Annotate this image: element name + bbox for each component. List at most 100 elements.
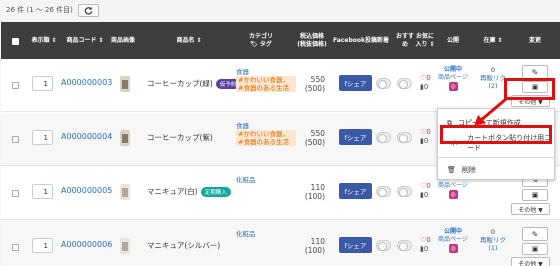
favorite-cell: ♡0 ▮0 (420, 182, 431, 200)
col-display-order[interactable]: 表示順 ⇕ (25, 22, 63, 60)
recommend-toggle[interactable] (397, 240, 412, 251)
new-toggle[interactable] (376, 132, 391, 143)
select-all-checkbox[interactable] (12, 38, 19, 45)
price-excl: (100) (304, 246, 325, 255)
product-name-text: コーヒーカップ(紫) (147, 133, 213, 142)
more-button[interactable]: その他 ▼ (511, 203, 550, 215)
product-code-link[interactable]: A000000006 (61, 240, 112, 249)
price-incl: 110 (310, 237, 325, 246)
image-button[interactable]: ▣ (522, 243, 548, 255)
annotation-arrow (474, 97, 507, 126)
publish-cell: 公開中 商品ページ ◎ (438, 228, 468, 253)
tag-icon: 🏷 (250, 41, 258, 48)
price-incl: 550 (310, 75, 325, 84)
favorite-cell: ♡0 ▮0 (420, 236, 431, 254)
delete-label: 削除 (461, 166, 476, 174)
product-thumbnail (120, 184, 130, 200)
price-cell: 110 (100) (297, 237, 325, 255)
recommend-toggle[interactable] (397, 132, 412, 143)
row-checkbox[interactable] (12, 136, 19, 143)
display-order-input[interactable]: 1 (32, 238, 53, 253)
trash-icon: 🗑 (447, 166, 456, 174)
product-page-link[interactable]: 商品ページ (438, 236, 468, 244)
facebook-share-button[interactable]: fシェア (339, 75, 372, 91)
row-checkbox[interactable] (12, 190, 19, 197)
tag-list: #かわいい食器，#食器のある生活 (236, 130, 296, 146)
display-order-input[interactable]: 1 (32, 130, 53, 145)
pencil-icon: ✎ (531, 67, 539, 77)
new-toggle[interactable] (376, 240, 391, 251)
more-button[interactable]: その他 ▼ (511, 257, 550, 266)
tag-list: #かわいい食器，#食器のある生活 (236, 76, 296, 92)
stock-count: 0 (490, 66, 496, 74)
instagram-icon[interactable]: ◎ (448, 244, 458, 253)
product-thumbnail (120, 238, 130, 254)
category-cell: 化粧品 (236, 176, 296, 184)
col-favorite[interactable]: お気に入り ⇕ (414, 22, 436, 60)
col-new: 新着 (376, 37, 389, 44)
recommend-toggle[interactable] (397, 78, 412, 89)
product-name: マニキュア(白) 定期購入 (147, 186, 231, 197)
price-excl: (500) (304, 138, 325, 147)
bookmark-count: 0 (423, 83, 429, 91)
row-checkbox[interactable] (12, 244, 19, 251)
menu-divider (438, 157, 556, 158)
publish-status: 公開中 (443, 228, 462, 235)
col-product-code[interactable]: 商品コード ⇕ (61, 22, 109, 60)
col-product-image: 商品画像 (110, 37, 135, 44)
delete-item[interactable]: 🗑 削除 (438, 160, 556, 180)
category-link[interactable]: 食器 (236, 68, 296, 76)
product-code-link[interactable]: A000000003 (61, 78, 112, 87)
col-edit: 変更 (528, 37, 541, 44)
favorite-count: 0 (426, 182, 431, 190)
refresh-icon (84, 6, 93, 15)
price-incl: 110 (310, 183, 325, 192)
refresh-button[interactable] (77, 3, 99, 17)
price-cell: 550 (500) (297, 75, 325, 93)
facebook-share-button[interactable]: fシェア (339, 183, 372, 199)
product-page-link[interactable]: 商品ページ (438, 182, 468, 190)
display-order-input[interactable]: 1 (32, 76, 53, 91)
product-name: コーヒーカップ(緑) 仮予約 (147, 78, 241, 89)
col-stock[interactable]: 在庫 ⇕ (478, 22, 508, 60)
favorite-cell: ♡0 ▮0 (420, 128, 431, 146)
instagram-icon[interactable]: ◎ (448, 82, 458, 91)
display-order-input[interactable]: 1 (32, 184, 53, 199)
edit-button[interactable]: ✎ (522, 227, 548, 241)
publish-cell: 公開中 商品ページ ◎ (438, 66, 468, 91)
price-cell: 550 (500) (297, 129, 325, 147)
category-link[interactable]: 化粧品 (236, 230, 296, 238)
edit-button[interactable]: ✎ (522, 65, 548, 79)
col-recommend: おすすめ (395, 33, 414, 48)
product-thumbnail (120, 76, 130, 92)
facebook-share-button[interactable]: fシェア (339, 237, 372, 253)
product-code-link[interactable]: A000000005 (61, 186, 112, 195)
toolbar: 26 件 (1 ～ 26 件目) (6, 3, 99, 17)
product-code-link[interactable]: A000000004 (61, 132, 112, 141)
image-button[interactable]: ▣ (522, 189, 548, 201)
favorite-cell: ♡0 ▮0 (420, 74, 431, 92)
favorite-count: 0 (426, 74, 431, 82)
table-row: 1 A000000006 マニキュア(シルバー) 化粧品 110 (100) f… (1, 221, 560, 266)
restock-request-link[interactable]: 再販リク(1) (478, 236, 508, 252)
product-page-link[interactable]: 商品ページ (438, 74, 468, 82)
bookmark-count: 0 (423, 245, 429, 253)
col-facebook: Facebook投稿 (333, 37, 377, 44)
category-link[interactable]: 化粧品 (236, 176, 296, 184)
category-link[interactable]: 食器 (236, 122, 296, 130)
new-toggle[interactable] (376, 186, 391, 197)
product-thumbnail (120, 130, 130, 146)
recommend-toggle[interactable] (397, 186, 412, 197)
product-name-text: マニキュア(シルバー) (147, 241, 221, 250)
new-toggle[interactable] (376, 78, 391, 89)
col-product-name[interactable]: 商品名 ⇕ (161, 22, 217, 60)
product-name-text: コーヒーカップ(緑) (147, 79, 213, 88)
row-checkbox[interactable] (12, 82, 19, 89)
col-tag-label: タグ (259, 41, 272, 48)
bookmark-count: 0 (423, 191, 429, 199)
facebook-share-button[interactable]: fシェア (339, 129, 372, 145)
product-name-text: マニキュア(白) (147, 187, 198, 196)
instagram-icon[interactable]: ◎ (448, 190, 458, 199)
category-cell: 食器 #かわいい食器，#食器のある生活 (236, 122, 296, 146)
price-cell: 110 (100) (297, 183, 325, 201)
